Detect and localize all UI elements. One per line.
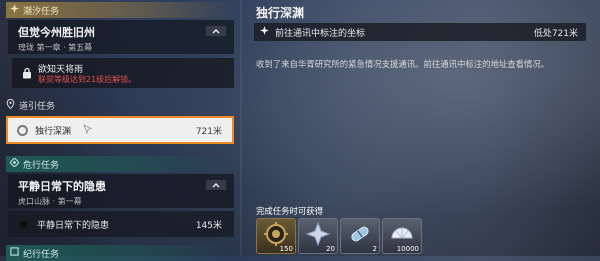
task-status-ring-icon — [18, 218, 29, 230]
locked-task: 欲知天将雨 联觉等级达到21级后解锁。 — [12, 58, 234, 88]
objective-text: 前往通讯中标注的坐标 — [275, 28, 366, 39]
danger-quest-title: 平静日常下的隐患 — [18, 180, 106, 193]
objective-star-icon — [260, 26, 269, 38]
collapse-button[interactable] — [206, 26, 226, 36]
guide-task-selected[interactable]: 独行深渊 721米 — [6, 116, 234, 144]
reward-item-3[interactable]: 2 — [340, 218, 380, 254]
danger-quest-subtitle: 虎口山脉 · 第一幕 — [18, 197, 82, 206]
chevron-up-icon — [212, 183, 220, 188]
section-header-record-label: 纪行任务 — [23, 249, 60, 260]
objective-distance: 低处721米 — [533, 28, 578, 39]
rewards-label: 完成任务时可获得 — [256, 206, 323, 216]
danger-diamond-icon — [9, 157, 20, 170]
location-pin-icon — [6, 98, 15, 112]
lock-icon — [22, 67, 32, 82]
section-header-danger: 危行任务 — [6, 156, 236, 172]
reward-qty: 2 — [372, 245, 377, 253]
task-status-ring-icon — [17, 124, 28, 136]
collapse-button[interactable] — [206, 180, 226, 190]
gear-coin-icon — [264, 222, 288, 246]
section-header-danger-label: 危行任务 — [23, 160, 60, 171]
reward-item-2[interactable]: 20 — [298, 218, 338, 254]
reward-item-1[interactable]: 150 — [256, 218, 296, 254]
section-header-record: 纪行任务 — [6, 245, 236, 261]
section-header-guide: 道引任务 — [6, 97, 55, 113]
danger-quest-card[interactable]: 平静日常下的隐患 虎口山脉 · 第一幕 — [8, 174, 234, 208]
section-header-tide: 潮汐任务 — [6, 2, 236, 18]
tide-quest-subtitle: 瑝珑 第一章 · 第五幕 — [18, 43, 93, 52]
capsule-icon — [351, 226, 369, 242]
section-header-guide-label: 道引任务 — [19, 101, 56, 112]
reward-qty: 150 — [279, 245, 293, 253]
tide-quest-card[interactable]: 但觉今州胜旧州 瑝珑 第一章 · 第五幕 — [8, 20, 234, 54]
tide-quest-title: 但觉今州胜旧州 — [18, 26, 95, 39]
guide-task-distance: 721米 — [195, 126, 222, 137]
tide-icon — [10, 4, 19, 16]
reward-qty: 20 — [326, 245, 335, 253]
danger-task-distance: 145米 — [195, 220, 222, 231]
shell-credit-icon — [391, 227, 413, 239]
section-header-tide-label: 潮汐任务 — [23, 6, 60, 17]
guide-task-name: 独行深渊 — [35, 126, 72, 137]
danger-task-row[interactable]: 平静日常下的隐患 145米 — [8, 211, 234, 237]
danger-task-name: 平静日常下的隐患 — [37, 220, 110, 231]
quest-detail-panel: 独行深渊 前往通讯中标注的坐标 低处721米 收到了来自华胥研究所的紧急情况支援… — [244, 0, 600, 256]
panel-divider — [240, 0, 242, 256]
detail-title: 独行深渊 — [256, 6, 305, 20]
quest-list-panel: 潮汐任务 但觉今州胜旧州 瑝珑 第一章 · 第五幕 欲知天将雨 联觉等级达到21… — [0, 0, 240, 261]
reward-qty: 10000 — [396, 245, 419, 253]
pointer-cursor-icon — [83, 123, 93, 137]
chevron-up-icon — [212, 29, 220, 34]
locked-task-requirement: 联觉等级达到21级后解锁。 — [38, 75, 137, 84]
record-icon — [10, 247, 19, 259]
detail-description: 收到了来自华胥研究所的紧急情况支援通讯。前往通讯中标注的地址查看情况。 — [256, 59, 550, 69]
objective-row[interactable]: 前往通讯中标注的坐标 低处721米 — [254, 23, 586, 41]
reward-item-4[interactable]: 10000 — [382, 218, 422, 254]
crystal-star-icon — [305, 221, 331, 247]
